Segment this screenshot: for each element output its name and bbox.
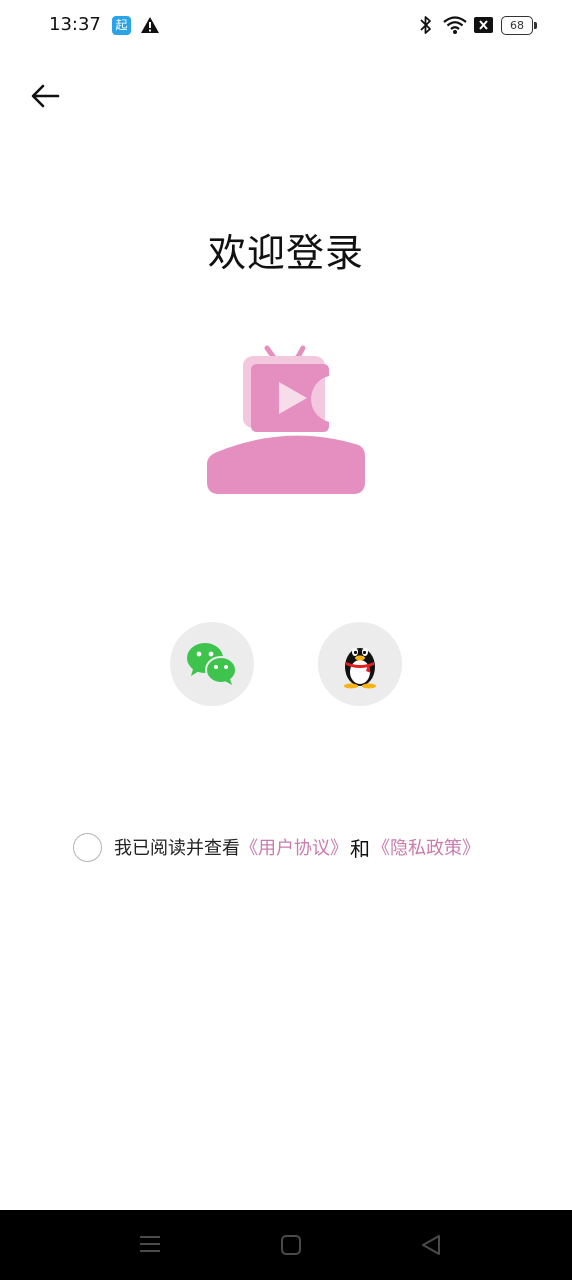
battery-level: 68 <box>510 19 524 32</box>
status-bar: 13:37 起 68 <box>0 0 572 52</box>
qq-penguin-icon <box>344 648 376 689</box>
back-triangle-icon[interactable] <box>420 1234 442 1256</box>
back-button[interactable] <box>26 78 64 114</box>
user-agreement-link[interactable]: 《用户协议》 <box>240 834 348 860</box>
home-icon[interactable] <box>280 1234 302 1256</box>
agreement-and: 和 <box>350 836 370 861</box>
arrow-left-icon <box>31 84 60 108</box>
wechat-icon <box>187 643 237 685</box>
sim-blocked-icon <box>474 17 493 33</box>
wechat-login-button[interactable] <box>170 622 254 706</box>
menu-icon[interactable] <box>138 1232 162 1256</box>
tv-play-icon <box>207 345 365 494</box>
page-title: 欢迎登录 <box>207 231 364 275</box>
agreement-prefix: 我已阅读并查看 <box>114 838 240 859</box>
bluetooth-icon <box>420 16 431 34</box>
system-nav-bar <box>0 1210 572 1280</box>
status-time: 13:37 <box>49 14 101 35</box>
battery-icon: 68 <box>501 16 537 35</box>
qq-login-button[interactable] <box>318 622 402 706</box>
logo-caption: 小视频制作 <box>223 801 349 823</box>
agreement-row: 我已阅读并查看 《用户协议》 和 《隐私政策》 <box>73 832 480 862</box>
app-logo: 小视频制作 <box>205 342 367 823</box>
agreement-checkbox[interactable] <box>73 832 102 862</box>
warning-icon <box>141 17 159 33</box>
app-notification-icon: 起 <box>112 16 131 35</box>
privacy-policy-link[interactable]: 《隐私政策》 <box>372 834 480 860</box>
wifi-icon <box>443 16 467 34</box>
